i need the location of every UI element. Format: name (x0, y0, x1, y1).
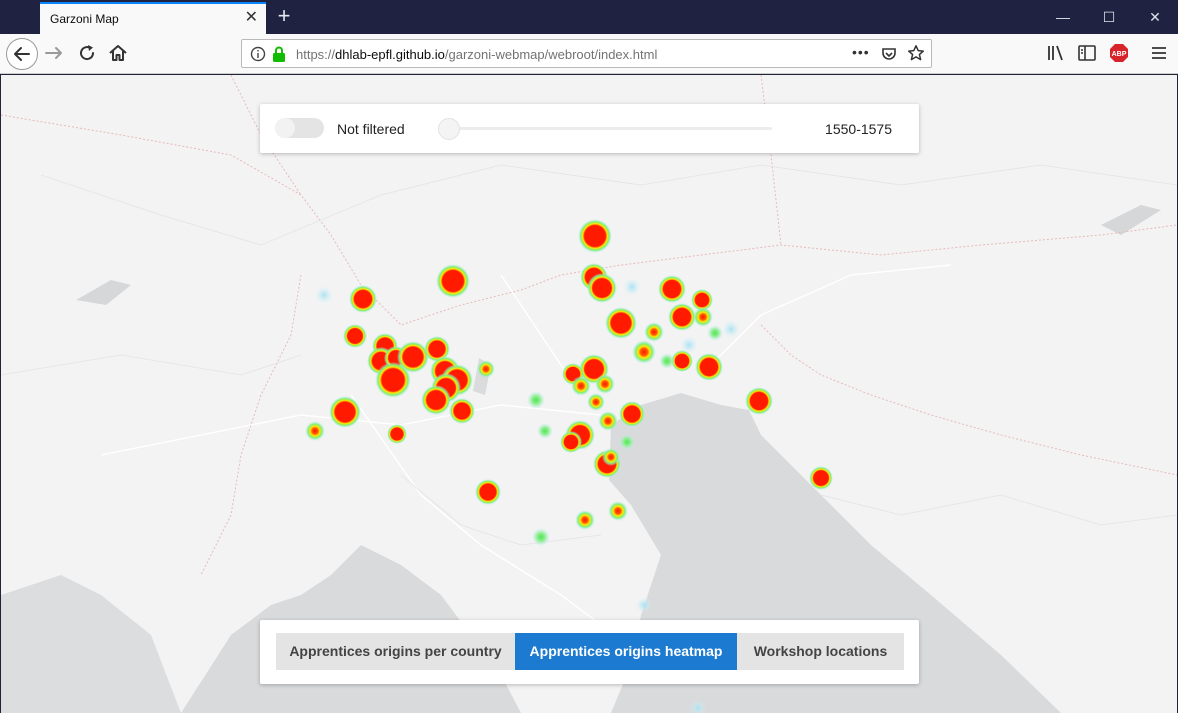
arrow-right-icon[interactable] (43, 42, 65, 64)
year-range-label: 1550-1575 (825, 121, 892, 137)
heat-point[interactable] (722, 320, 740, 338)
heat-point[interactable] (315, 286, 333, 304)
year-slider-handle[interactable] (438, 118, 460, 140)
home-icon[interactable] (107, 42, 129, 64)
heat-point[interactable] (608, 501, 628, 521)
heat-point[interactable] (659, 353, 675, 369)
apprentices-heatmap-button[interactable]: Apprentices origins heatmap (515, 633, 737, 670)
heat-point[interactable] (527, 391, 545, 409)
browser-tab[interactable]: Garzoni Map ✕ (40, 2, 266, 34)
map-canvas[interactable]: Not filtered 1550-1575 Apprentices origi… (1, 75, 1177, 713)
heat-point[interactable] (436, 264, 470, 298)
heat-point[interactable] (305, 421, 325, 441)
heat-point[interactable] (745, 387, 773, 415)
heat-point[interactable] (644, 322, 664, 342)
library-icon[interactable] (1045, 42, 1067, 64)
base-map (1, 75, 1177, 713)
star-icon[interactable] (907, 44, 925, 67)
url-scheme: https:// (296, 47, 336, 62)
url-path: /garzoni-webmap/webroot/index.html (444, 47, 658, 62)
heat-point[interactable] (575, 510, 595, 530)
view-switcher: Apprentices origins per country Apprenti… (260, 620, 919, 684)
minimize-icon[interactable]: — (1040, 0, 1086, 34)
maximize-icon[interactable]: ☐ (1086, 0, 1132, 34)
heat-point[interactable] (695, 353, 723, 381)
info-icon[interactable] (250, 46, 266, 67)
gulf-of-lion (1, 575, 181, 713)
url-text[interactable]: https://dhlab-epfl.github.io/garzoni-web… (296, 47, 657, 62)
heat-point[interactable] (571, 376, 591, 396)
heat-point[interactable] (532, 528, 550, 546)
tab-title: Garzoni Map (50, 12, 119, 26)
year-slider-track[interactable] (446, 127, 772, 130)
heat-point[interactable] (619, 401, 645, 427)
heat-point[interactable] (477, 360, 495, 378)
heat-point[interactable] (329, 396, 361, 428)
heat-point[interactable] (602, 448, 620, 466)
reload-icon[interactable] (76, 42, 98, 64)
browser-titlebar: Garzoni Map ✕ + — ☐ ✕ (0, 0, 1178, 34)
heat-point[interactable] (809, 466, 833, 490)
heat-point[interactable] (595, 374, 615, 394)
heat-point[interactable] (632, 340, 656, 364)
lake-geneva (76, 280, 131, 305)
heat-point[interactable] (343, 324, 367, 348)
heat-point[interactable] (605, 307, 637, 339)
pocket-icon[interactable] (880, 45, 898, 68)
url-host: dhlab-epfl.github.io (335, 47, 445, 62)
heat-point[interactable] (587, 273, 617, 303)
heat-point[interactable] (387, 424, 407, 444)
new-tab-icon[interactable]: + (272, 4, 296, 28)
heat-point[interactable] (619, 434, 635, 450)
heat-point[interactable] (475, 479, 501, 505)
lock-icon[interactable] (271, 45, 287, 68)
navigation-bar: https://dhlab-epfl.github.io/garzoni-web… (0, 34, 1178, 74)
heat-point[interactable] (658, 275, 686, 303)
heat-point[interactable] (598, 411, 618, 431)
heat-point[interactable] (636, 597, 652, 613)
heat-point[interactable] (707, 325, 723, 341)
window-close-icon[interactable]: ✕ (1132, 0, 1178, 34)
heat-point[interactable] (421, 385, 451, 415)
filter-label: Not filtered (337, 121, 405, 137)
heat-point[interactable] (587, 393, 605, 411)
toggle-knob[interactable] (275, 118, 295, 138)
url-bar[interactable]: https://dhlab-epfl.github.io/garzoni-web… (241, 39, 932, 68)
hamburger-icon[interactable] (1148, 42, 1170, 64)
heat-point[interactable] (680, 336, 698, 354)
apprentices-per-country-button[interactable]: Apprentices origins per country (276, 633, 515, 670)
filter-toggle[interactable] (275, 118, 324, 138)
more-icon[interactable]: ••• (852, 44, 870, 60)
heat-point[interactable] (623, 278, 641, 296)
heat-point[interactable] (349, 285, 377, 313)
heat-point[interactable] (449, 398, 475, 424)
heat-point[interactable] (693, 307, 713, 327)
svg-text:ABP: ABP (1112, 51, 1127, 58)
heat-point[interactable] (578, 219, 612, 253)
filter-panel: Not filtered 1550-1575 (260, 104, 919, 153)
sidebar-icon[interactable] (1076, 42, 1098, 64)
heat-point[interactable] (560, 431, 582, 453)
workshop-locations-button[interactable]: Workshop locations (737, 633, 904, 670)
arrow-left-icon[interactable] (6, 38, 38, 70)
heat-point[interactable] (537, 423, 553, 439)
close-icon[interactable]: ✕ (245, 9, 258, 27)
heat-point[interactable] (375, 362, 411, 398)
abp-icon[interactable]: ABP (1108, 42, 1130, 64)
lake-balaton (1101, 205, 1161, 235)
heat-point[interactable] (668, 303, 696, 331)
